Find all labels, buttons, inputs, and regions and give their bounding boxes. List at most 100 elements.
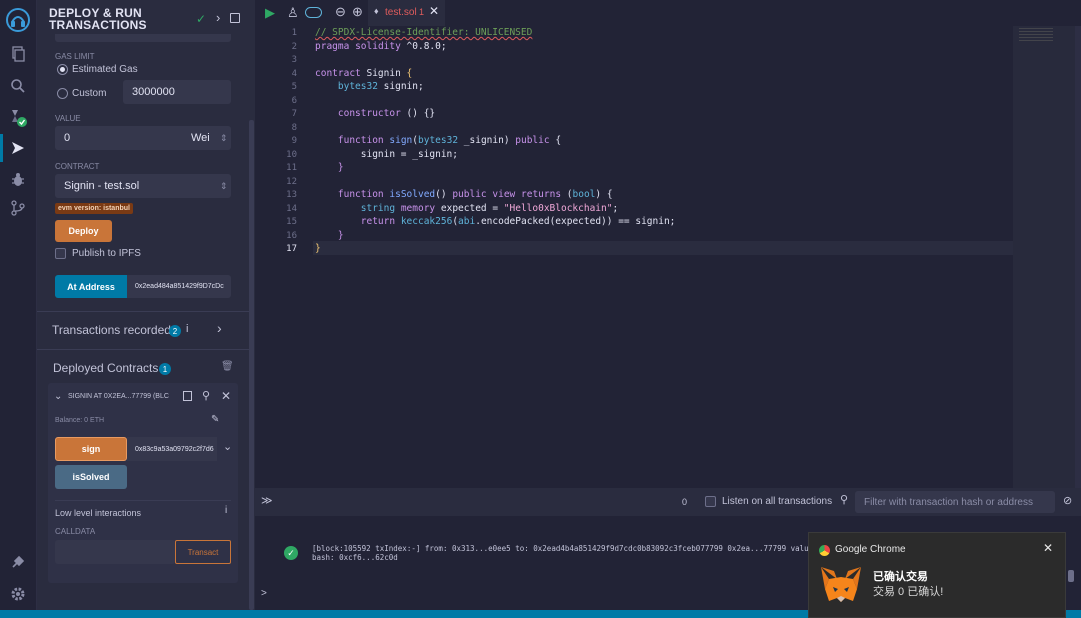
tab-test-sol[interactable]: ♦ test.sol 1 ✕ [368, 0, 445, 26]
clear-console-icon[interactable]: ⊘ [1063, 494, 1072, 507]
low-level-interactions-label: Low level interactions [55, 508, 142, 518]
close-icon[interactable]: ✕ [221, 389, 231, 403]
at-address-input[interactable]: 0x2ead484a851429f9D7cDc [127, 275, 231, 298]
line-number: 15 [286, 217, 297, 227]
notification-body: 交易 0 已确认! [873, 586, 944, 598]
environment-select-stub[interactable] [55, 34, 231, 42]
line-number: 3 [291, 55, 297, 65]
calldata-label: CALLDATA [55, 527, 96, 536]
expand-chevron-icon[interactable]: ⌄ [223, 440, 232, 453]
chevron-down-icon[interactable]: ⌄ [54, 391, 62, 402]
deploy-button[interactable]: Deploy [55, 220, 112, 242]
code-line: bytes32 signin; [337, 81, 424, 92]
deployed-count-badge: 1 [159, 363, 171, 375]
unit-stepper-icon: ⇕ [220, 132, 228, 143]
listen-all-checkbox[interactable] [705, 496, 716, 507]
code-line: constructor () {} [337, 108, 436, 119]
contract-select[interactable]: Signin - test.sol ⇕ [55, 174, 231, 198]
info-icon[interactable]: i [225, 505, 227, 516]
value-input[interactable]: 0 Wei ⇕ [55, 126, 231, 150]
close-tab-icon[interactable]: ✕ [429, 4, 439, 18]
estimated-gas-radio[interactable] [57, 64, 68, 75]
edit-icon[interactable]: ✎ [211, 414, 219, 425]
plugin-manager-icon[interactable] [8, 552, 28, 572]
editor-minimap[interactable] [1013, 26, 1075, 488]
sign-input[interactable]: 0x83c9a53a09792c2f7d6 [127, 437, 217, 461]
deploy-run-panel: DEPLOY & RUN TRANSACTIONS ✓ › GAS LIMIT … [37, 0, 255, 618]
custom-gas-input[interactable]: 3000000 [123, 80, 231, 104]
value-label: VALUE [55, 114, 81, 123]
editor-tab-bar: ▶ ♙ ⊖ ⊕ ♦ test.sol 1 ✕ [255, 0, 1081, 26]
log-line[interactable]: [block:105592 txIndex:-] from: 0x313...e… [312, 544, 818, 553]
chevron-right-icon[interactable]: › [216, 10, 220, 25]
panel-title: DEPLOY & RUN TRANSACTIONS [49, 7, 147, 31]
sign-button[interactable]: sign [55, 437, 127, 461]
line-number: 8 [291, 122, 297, 133]
line-number: 10 [286, 149, 297, 160]
chevron-right-icon[interactable]: › [217, 320, 222, 336]
code-line: function sign(bytes32 _signin) public { [337, 135, 562, 146]
code-line: // SPDX-License-Identifier: UNLICENSED [315, 27, 533, 38]
value-unit-select[interactable]: Wei [191, 132, 210, 144]
panel-title-line2: TRANSACTIONS [49, 18, 147, 32]
line-number: 13 [286, 190, 297, 200]
panel-scrollbar[interactable] [249, 120, 254, 610]
deploy-run-icon[interactable] [8, 138, 28, 158]
run-play-icon[interactable]: ▶ [265, 5, 275, 21]
notification-title: 已确认交易 [873, 571, 928, 583]
close-icon[interactable]: ✕ [1043, 541, 1053, 555]
current-line-highlight [313, 241, 1013, 255]
info-icon[interactable]: i [186, 323, 188, 335]
terminal-toolbar: ≫ 0 Listen on all transactions ⚲ Filter … [255, 488, 1081, 516]
terminal-filter-input[interactable]: Filter with transaction hash or address [855, 491, 1055, 513]
search-icon[interactable] [8, 76, 28, 96]
calldata-input[interactable] [55, 540, 175, 564]
zoom-out-icon[interactable]: ⊖ [335, 4, 346, 20]
copy-icon[interactable] [183, 391, 192, 401]
transactions-recorded-label[interactable]: Transactions recorded [52, 323, 171, 337]
minimap-preview [1019, 28, 1053, 42]
debugger-icon[interactable] [8, 170, 28, 190]
robot-icon[interactable]: ♙ [287, 5, 299, 21]
line-number: 14 [286, 203, 297, 214]
trash-icon[interactable]: 🗑 [221, 361, 234, 372]
collapse-terminal-icon[interactable]: ≫ [261, 494, 273, 507]
git-icon[interactable] [8, 198, 28, 218]
zoom-in-icon[interactable]: ⊕ [352, 4, 363, 20]
issolved-button[interactable]: isSolved [55, 465, 127, 489]
check-icon: ✓ [196, 12, 207, 26]
file-explorer-icon[interactable] [8, 44, 28, 64]
code-editor[interactable]: 1 2 3 4 5 6 7 8 9 10 11 12 13 14 15 16 1… [255, 26, 1013, 488]
editor-scrollbar[interactable] [1075, 26, 1081, 488]
contract-label: CONTRACT [55, 162, 100, 171]
chrome-notification[interactable]: Google Chrome ✕ 已确认交易 交易 0 已确认! [808, 532, 1066, 618]
transact-button[interactable]: Transact [175, 540, 231, 564]
pending-tx-count: 0 [682, 497, 688, 507]
tab-error-count: 1 [419, 7, 425, 17]
settings-gear-icon[interactable] [8, 584, 28, 604]
pin-icon[interactable]: ⚲ [202, 389, 210, 402]
line-number: 2 [291, 41, 297, 52]
at-address-button[interactable]: At Address [55, 275, 127, 298]
custom-gas-radio[interactable] [57, 88, 68, 99]
code-line: contract Signin { [315, 67, 413, 79]
remix-ide: DEPLOY & RUN TRANSACTIONS ✓ › GAS LIMIT … [0, 0, 1081, 618]
tab-name: test.sol [385, 7, 417, 18]
line-number: 1 [291, 28, 297, 38]
line-number: 5 [291, 82, 297, 92]
balance-label: Balance: 0 ETH [55, 417, 105, 424]
code-line: signin = _signin; [315, 148, 458, 160]
instance-title[interactable]: SIGNIN AT 0X2EA...77799 (BLC [68, 393, 169, 400]
toggle-panel-icon[interactable] [230, 13, 240, 23]
publish-ipfs-checkbox[interactable] [55, 248, 66, 259]
terminal-scrollbar[interactable] [1068, 570, 1074, 582]
remix-logo-icon[interactable] [4, 6, 32, 34]
solidity-compiler-icon[interactable] [8, 108, 28, 128]
code-line: function isSolved() public view returns … [337, 189, 613, 200]
toggle-switch-icon[interactable] [305, 7, 322, 18]
terminal-prompt[interactable]: > [261, 588, 267, 599]
line-number: 11 [286, 163, 297, 173]
panel-header: DEPLOY & RUN TRANSACTIONS ✓ › [37, 0, 255, 38]
line-number: 6 [291, 95, 297, 106]
contract-selected: Signin - test.sol [64, 180, 140, 192]
